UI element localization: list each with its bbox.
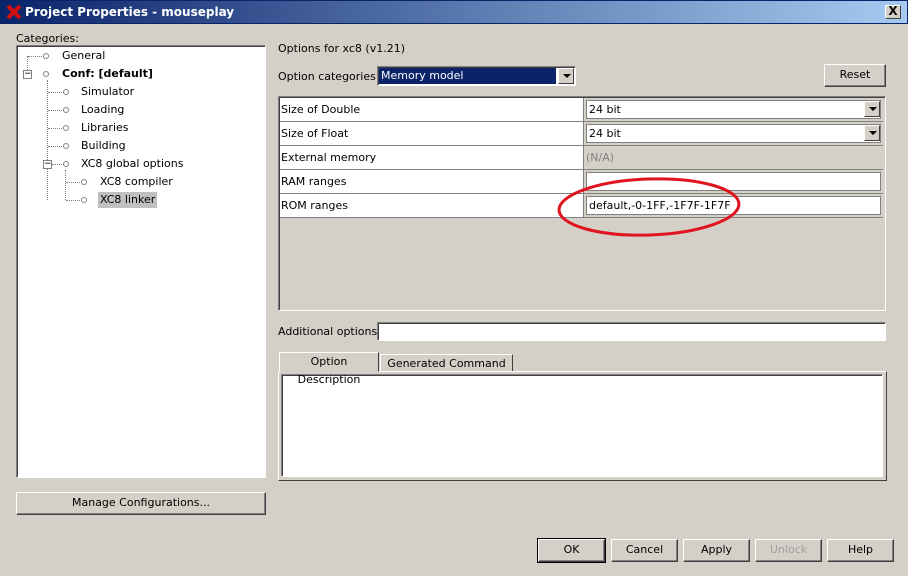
additional-options-label: Additional options:: [278, 325, 381, 338]
categories-tree[interactable]: − − General Conf: [default] Simulator Lo…: [16, 45, 266, 478]
option-categories-value: Memory model: [379, 68, 556, 84]
node-bullet-icon: [63, 107, 69, 113]
tree-item-xc8-global-options[interactable]: XC8 global options: [81, 156, 183, 172]
collapse-conf-icon[interactable]: −: [23, 70, 32, 79]
node-bullet-icon: [63, 125, 69, 131]
categories-label: Categories:: [16, 32, 79, 45]
ok-button[interactable]: OK: [537, 538, 606, 563]
tree-item-libraries[interactable]: Libraries: [81, 120, 129, 136]
property-value: 24 bit: [586, 124, 881, 143]
node-bullet-icon: [43, 53, 49, 59]
manage-configurations-button[interactable]: Manage Configurations...: [16, 492, 266, 515]
chevron-down-icon[interactable]: [864, 125, 880, 141]
external-memory-value: (N/A): [584, 146, 883, 169]
size-of-float-select[interactable]: 24 bit: [584, 122, 883, 145]
tree-item-loading[interactable]: Loading: [81, 102, 124, 118]
property-name: RAM ranges: [280, 170, 584, 193]
tab-option-description[interactable]: Option Description: [279, 352, 379, 386]
property-name: Size of Float: [280, 122, 584, 145]
node-bullet-icon: [43, 71, 49, 77]
help-button[interactable]: Help: [827, 539, 894, 562]
option-description-text: [281, 374, 883, 477]
option-categories-select[interactable]: Memory model: [377, 66, 576, 86]
unlock-button[interactable]: Unlock: [755, 539, 822, 562]
chevron-down-icon[interactable]: [558, 68, 574, 84]
property-row: Size of Double 24 bit: [280, 98, 883, 122]
tree-item-xc8-compiler[interactable]: XC8 compiler: [100, 174, 173, 190]
app-icon: [6, 4, 22, 20]
option-categories-label: Option categories:: [278, 70, 380, 83]
property-name: ROM ranges: [280, 194, 584, 217]
property-value: 24 bit: [586, 100, 881, 119]
apply-button[interactable]: Apply: [683, 539, 750, 562]
size-of-double-select[interactable]: 24 bit: [584, 98, 883, 121]
close-icon: X: [888, 4, 898, 18]
property-name: Size of Double: [280, 98, 584, 121]
tree-item-conf-default[interactable]: Conf: [default]: [62, 66, 153, 82]
close-button[interactable]: X: [885, 5, 901, 19]
title-bar: Project Properties - mouseplay X: [0, 0, 908, 24]
window-title: Project Properties - mouseplay: [25, 5, 235, 19]
node-bullet-icon: [63, 143, 69, 149]
property-row: Size of Float 24 bit: [280, 122, 883, 146]
tree-item-xc8-linker[interactable]: XC8 linker: [98, 192, 158, 208]
tree-item-building[interactable]: Building: [81, 138, 126, 154]
chevron-down-icon[interactable]: [864, 101, 880, 117]
node-bullet-icon: [63, 161, 69, 167]
node-bullet-icon: [81, 179, 87, 185]
annotation-ellipse: [557, 177, 741, 237]
options-header: Options for xc8 (v1.21): [278, 42, 406, 55]
node-bullet-icon: [81, 197, 87, 203]
property-row: External memory (N/A): [280, 146, 883, 170]
tree-item-general[interactable]: General: [62, 48, 105, 64]
tab-generated-command-line[interactable]: Generated Command Line: [380, 354, 513, 388]
reset-button[interactable]: Reset: [824, 64, 886, 87]
collapse-xc8-global-icon[interactable]: −: [43, 160, 52, 169]
node-bullet-icon: [63, 89, 69, 95]
property-name: External memory: [280, 146, 584, 169]
tree-item-simulator[interactable]: Simulator: [81, 84, 134, 100]
additional-options-input[interactable]: [377, 322, 886, 341]
tab-panel: [278, 371, 887, 481]
cancel-button[interactable]: Cancel: [611, 539, 678, 562]
